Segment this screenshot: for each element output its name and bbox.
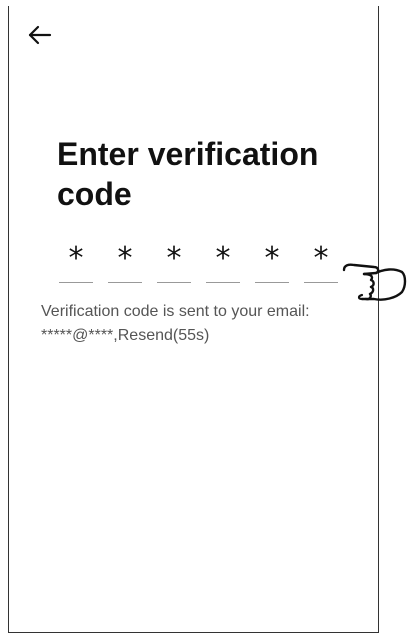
resend-link[interactable]: Resend(55s) [118, 327, 210, 344]
pointing-hand-icon [342, 263, 407, 301]
code-digit[interactable]: * [206, 242, 240, 283]
sent-text: Verification code is sent to your email: [41, 303, 310, 320]
verification-info: Verification code is sent to your email:… [41, 300, 381, 348]
masked-email: *****@**** [41, 327, 114, 344]
code-digit[interactable]: * [59, 242, 93, 283]
verification-code-input[interactable]: * * * * * * [59, 242, 339, 284]
code-digit[interactable]: * [157, 242, 191, 283]
code-digit[interactable]: * [108, 242, 142, 283]
code-digit[interactable]: * [255, 242, 289, 283]
phone-screen: Enter verification code * * * * * * Veri… [8, 6, 379, 633]
back-button[interactable] [27, 22, 57, 48]
code-digit[interactable]: * [304, 242, 338, 283]
arrow-left-icon [28, 25, 52, 45]
page-title: Enter verification code [57, 136, 319, 212]
